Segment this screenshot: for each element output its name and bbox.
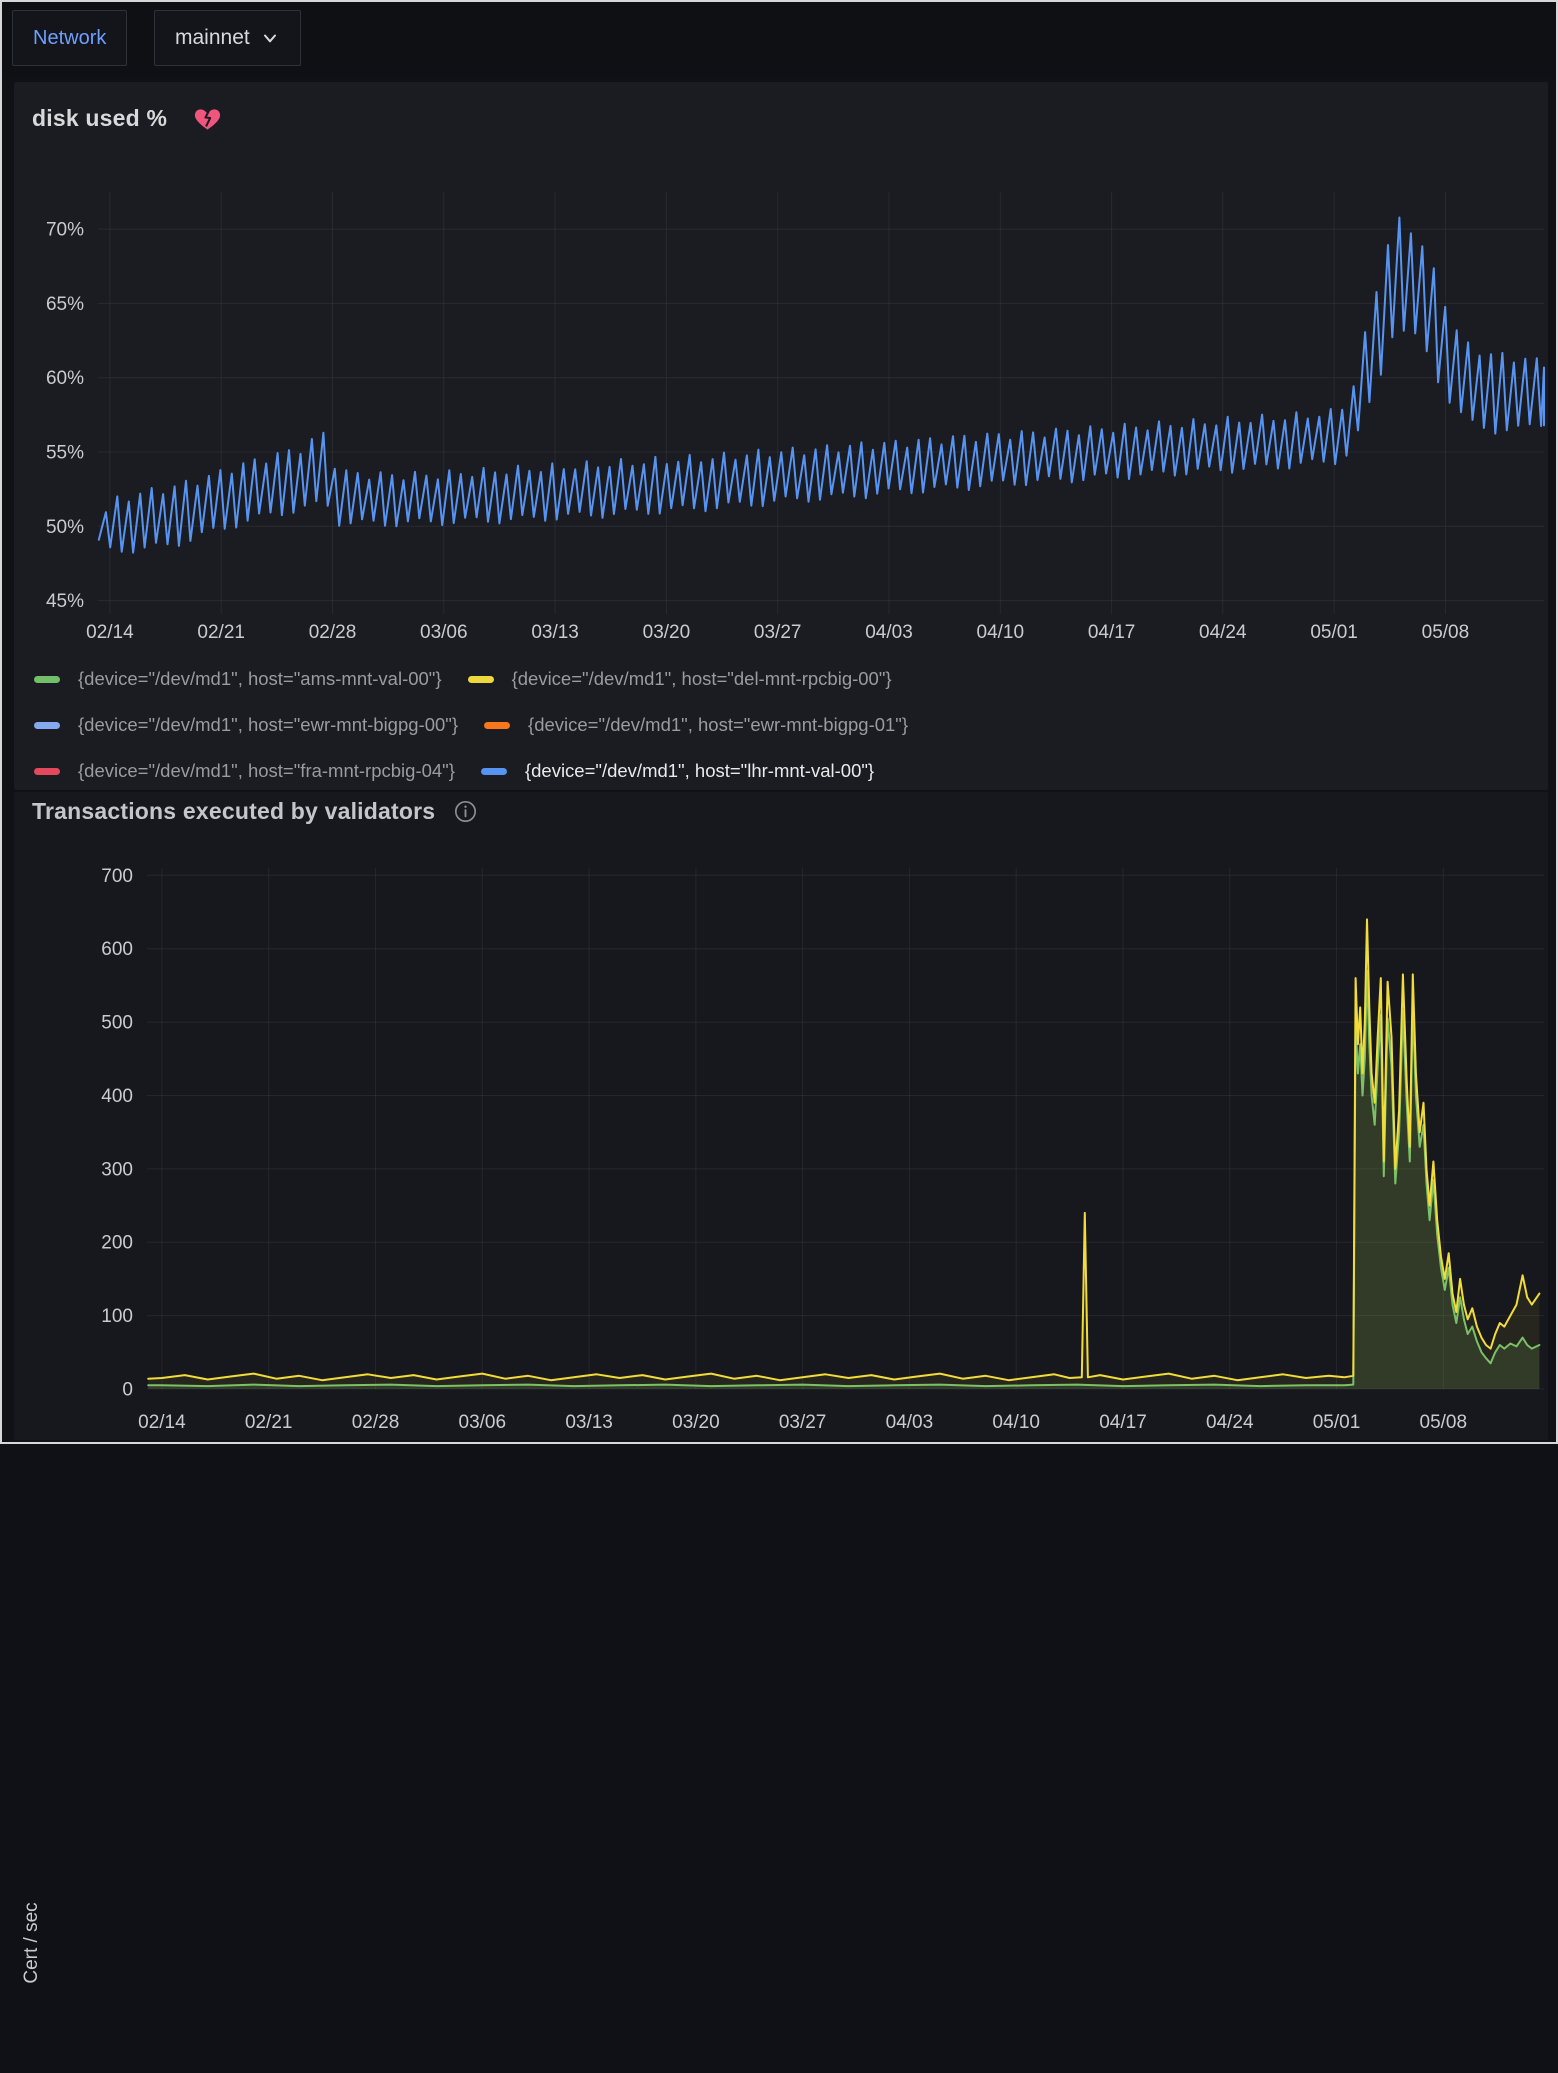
panel-tx-header: Transactions executed by validators [32, 798, 478, 825]
x-tick-label: 03/20 [643, 622, 691, 643]
legend-series-swatch [484, 722, 510, 729]
x-tick-label: 03/06 [459, 1412, 507, 1433]
x-tick-label: 04/10 [992, 1412, 1040, 1433]
legend-series-label: {device="/dev/md1", host="del-mnt-rpcbig… [512, 668, 892, 690]
x-tick-label: 02/21 [197, 622, 245, 643]
series-line-validators-green [148, 971, 1539, 1386]
x-tick-label: 04/10 [977, 622, 1025, 643]
panel-tx-title: Transactions executed by validators [32, 798, 435, 825]
legend-row: {device="/dev/md1", host="ewr-mnt-bigpg-… [34, 702, 934, 748]
x-tick-label: 04/17 [1088, 622, 1136, 643]
info-icon[interactable] [453, 799, 478, 824]
y-tick-label: 65% [46, 294, 84, 315]
legend-series-swatch [468, 676, 494, 683]
network-label: Network [33, 27, 106, 50]
legend-row: {device="/dev/md1", host="fra-mnt-rpcbig… [34, 748, 934, 794]
panel-disk-used: disk used % 45% 50% 55% 60% 65% 70% 02/14 02/21… [14, 82, 1548, 790]
legend-series-label: {device="/dev/md1", host="ewr-mnt-bigpg-… [78, 714, 458, 736]
x-tick-label: 03/20 [672, 1412, 720, 1433]
legend-series-label: {device="/dev/md1", host="ewr-mnt-bigpg-… [528, 714, 908, 736]
legend-series-label: {device="/dev/md1", host="lhr-mnt-val-00… [525, 760, 874, 782]
x-tick-label: 05/01 [1310, 622, 1358, 643]
y-tick-label: 0 [122, 1380, 133, 1401]
series-area-validators-yellow [148, 919, 1539, 1389]
y-tick-label: 700 [101, 866, 133, 887]
series-line-{device="/dev/md1", host="lhr-mnt-val-00"} [99, 218, 1544, 553]
legend-series-label: {device="/dev/md1", host="ams-mnt-val-00… [78, 668, 442, 690]
network-value: mainnet [175, 26, 250, 50]
x-tick-label: 05/08 [1422, 622, 1470, 643]
series-area-validators-green [148, 971, 1539, 1389]
y-tick-label: 45% [46, 591, 84, 612]
y-tick-label: 100 [101, 1306, 133, 1327]
x-tick-label: 02/28 [352, 1412, 400, 1433]
x-tick-label: 05/01 [1313, 1412, 1361, 1433]
x-tick-label: 04/24 [1199, 622, 1247, 643]
x-tick-label: 03/27 [754, 622, 802, 643]
network-variable-label: Network [12, 10, 127, 66]
x-tick-label: 05/08 [1420, 1412, 1468, 1433]
legend-item[interactable]: {device="/dev/md1", host="del-mnt-rpcbig… [468, 668, 892, 690]
x-tick-label: 03/06 [420, 622, 468, 643]
legend-row: {device="/dev/md1", host="ams-mnt-val-00… [34, 656, 934, 702]
legend-series-swatch [34, 676, 60, 683]
series-line-validators-yellow [148, 919, 1539, 1380]
tx-y-axis-label: Cert / sec [21, 1813, 43, 2073]
y-tick-label: 300 [101, 1159, 133, 1180]
panel-disk-title: disk used % [32, 105, 167, 132]
y-tick-label: 600 [101, 939, 133, 960]
x-tick-label: 04/24 [1206, 1412, 1254, 1433]
transactions-chart[interactable]: 0 100 200 300 400 500 600 700 02/14 02/21 02/28 03/… [14, 848, 1548, 1442]
y-tick-label: 70% [46, 220, 84, 241]
broken-heart-icon [193, 104, 222, 133]
y-tick-label: 200 [101, 1233, 133, 1254]
legend-series-swatch [481, 768, 507, 775]
panel-transactions: Transactions executed by validators Cert… [14, 792, 1548, 1440]
network-variable-dropdown[interactable]: mainnet [154, 10, 301, 66]
legend-series-swatch [34, 722, 60, 729]
y-tick-label: 400 [101, 1086, 133, 1107]
legend-series-label: {device="/dev/md1", host="fra-mnt-rpcbig… [78, 760, 455, 782]
y-tick-label: 500 [101, 1013, 133, 1034]
disk-used-chart[interactable]: 45% 50% 55% 60% 65% 70% 02/14 02/21 02/28 03/06 03… [14, 178, 1548, 654]
x-tick-label: 03/27 [779, 1412, 827, 1433]
y-tick-label: 60% [46, 368, 84, 389]
dashboard: Network mainnet disk used % 45% 50% 55% 60%… [0, 0, 1558, 1444]
x-tick-label: 04/03 [886, 1412, 934, 1433]
x-tick-label: 03/13 [531, 622, 579, 643]
legend-item[interactable]: {device="/dev/md1", host="lhr-mnt-val-00… [481, 760, 874, 782]
y-tick-label: 55% [46, 443, 84, 464]
x-tick-label: 02/21 [245, 1412, 293, 1433]
x-tick-label: 04/17 [1099, 1412, 1147, 1433]
chevron-down-icon [260, 28, 280, 48]
disk-used-legend: {device="/dev/md1", host="ams-mnt-val-00… [34, 656, 934, 794]
panel-disk-header: disk used % [32, 104, 222, 133]
legend-item[interactable]: {device="/dev/md1", host="ewr-mnt-bigpg-… [484, 714, 908, 736]
x-tick-label: 04/03 [865, 622, 913, 643]
variables-bar: Network mainnet [2, 2, 1556, 78]
legend-item[interactable]: {device="/dev/md1", host="ams-mnt-val-00… [34, 668, 442, 690]
x-tick-label: 02/14 [138, 1412, 186, 1433]
x-tick-label: 02/28 [309, 622, 357, 643]
legend-series-swatch [34, 768, 60, 775]
legend-item[interactable]: {device="/dev/md1", host="fra-mnt-rpcbig… [34, 760, 455, 782]
x-tick-label: 03/13 [565, 1412, 613, 1433]
legend-item[interactable]: {device="/dev/md1", host="ewr-mnt-bigpg-… [34, 714, 458, 736]
y-tick-label: 50% [46, 517, 84, 538]
x-tick-label: 02/14 [86, 622, 134, 643]
